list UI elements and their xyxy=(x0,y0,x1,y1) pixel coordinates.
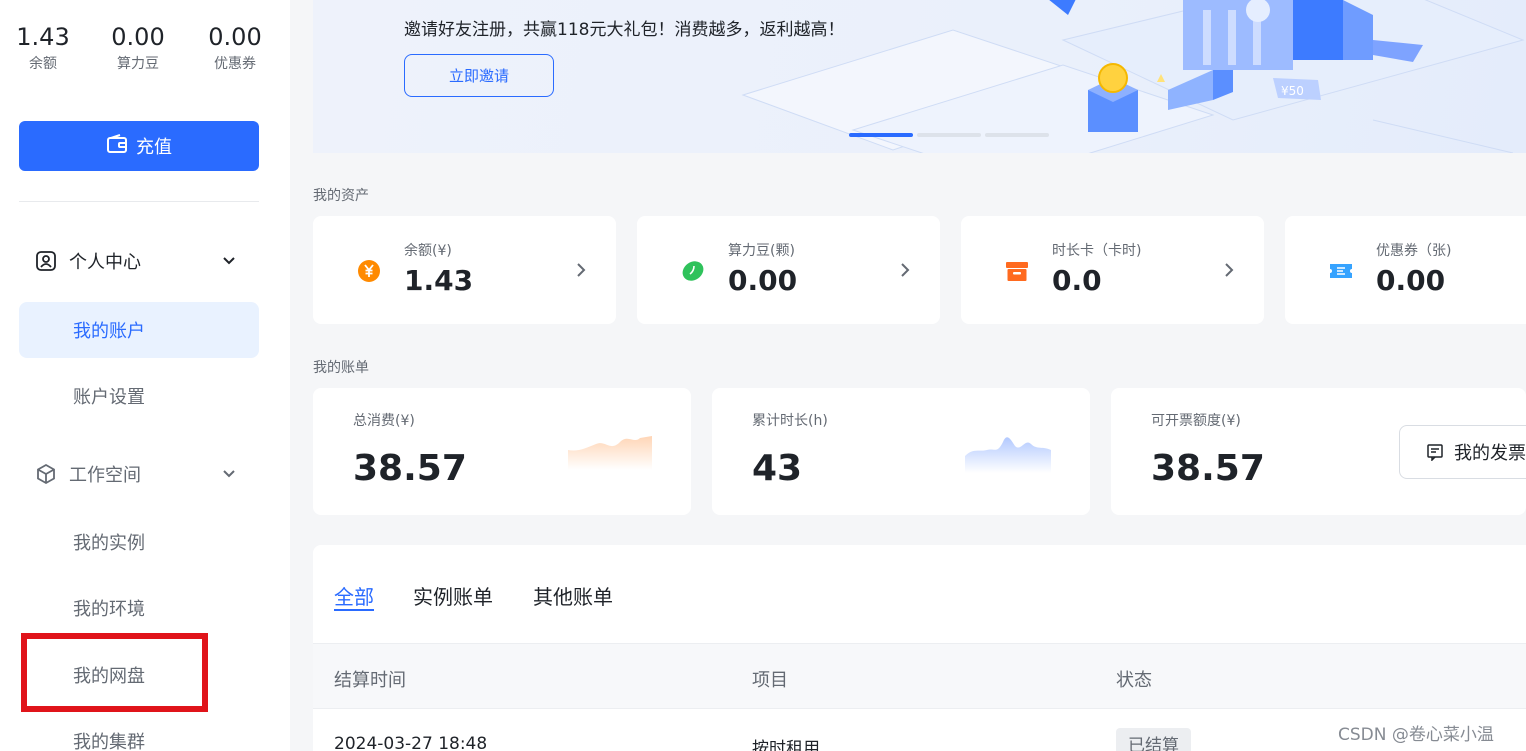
table-header: 结算时间 项目 状态 xyxy=(313,643,1526,709)
sidebar: 1.43 余额 0.00 算力豆 0.00 优惠券 充值 个人中心 我的账户 账… xyxy=(0,0,290,751)
banner-illustration: ¥50 xyxy=(741,0,1525,153)
recharge-button[interactable]: 充值 xyxy=(19,121,259,171)
asset-label: 优惠券（张) xyxy=(1376,243,1452,259)
banner-text: 邀请好友注册，共赢118元大礼包！消费越多，返利越高！ xyxy=(404,20,845,40)
box-card-icon xyxy=(1006,262,1028,281)
sidebar-item-label: 我的集群 xyxy=(73,732,145,751)
chevron-down-icon xyxy=(223,257,235,265)
nav-group-personal-center[interactable]: 个人中心 xyxy=(19,241,259,281)
asset-value: 0.00 xyxy=(728,264,798,297)
bill-card-total-hours: 累计时长(h) 43 xyxy=(712,388,1090,515)
asset-value: 1.43 xyxy=(404,264,474,297)
sparkline-total-hours xyxy=(965,437,1051,473)
bean-icon xyxy=(682,261,704,281)
status-badge: 已结算 xyxy=(1116,728,1191,751)
invite-banner: ¥50 邀请好友注册，共赢118元大礼包！消费越多，返利越高！ 立即邀请 xyxy=(313,0,1526,153)
asset-value: 0.00 xyxy=(1376,264,1446,297)
user-card-icon xyxy=(35,250,57,272)
sidebar-item-label: 我的实例 xyxy=(73,533,145,554)
asset-card-balance[interactable]: 余额(¥) 1.43 xyxy=(313,216,616,324)
my-invoices-label: 我的发票 xyxy=(1454,443,1526,464)
coupon-text: ¥50 xyxy=(1281,84,1304,98)
bill-card-total-spend: 总消费(¥) 38.57 xyxy=(313,388,691,515)
recharge-label: 充值 xyxy=(136,137,172,158)
stat-value: 0.00 xyxy=(208,23,262,51)
sparkline-total-spend xyxy=(568,436,652,470)
carousel-dot-3[interactable] xyxy=(985,133,1049,137)
sidebar-item-my-instances[interactable]: 我的实例 xyxy=(19,514,259,570)
sidebar-item-my-account[interactable]: 我的账户 xyxy=(19,302,259,358)
yuan-coin-icon xyxy=(358,260,380,282)
ticket-icon xyxy=(1330,264,1352,278)
cell-item: 按时租用 xyxy=(752,739,820,751)
bill-value: 43 xyxy=(752,448,803,489)
chevron-down-icon xyxy=(223,470,235,478)
sidebar-item-my-environments[interactable]: 我的环境 xyxy=(19,580,259,636)
chevron-right-icon xyxy=(1225,263,1234,277)
wallet-icon xyxy=(106,133,128,159)
account-stats: 1.43 余额 0.00 算力豆 0.00 优惠券 xyxy=(0,22,290,82)
chevron-right-icon xyxy=(577,263,586,277)
carousel-dot-2[interactable] xyxy=(917,133,981,137)
asset-label: 时长卡（卡时) xyxy=(1052,243,1142,259)
sidebar-item-label: 我的账户 xyxy=(73,321,145,342)
asset-label: 余额(¥) xyxy=(404,243,452,259)
sidebar-item-label: 账户设置 xyxy=(73,387,145,408)
asset-card-duration-card[interactable]: 时长卡（卡时) 0.0 xyxy=(961,216,1264,324)
bill-value: 38.57 xyxy=(1151,448,1265,489)
stat-coupons[interactable]: 0.00 优惠券 xyxy=(195,22,275,74)
stat-value: 0.00 xyxy=(111,23,165,51)
column-header-settlement-time: 结算时间 xyxy=(334,670,406,691)
bill-label: 累计时长(h) xyxy=(752,413,828,429)
nav-group-label: 工作空间 xyxy=(69,465,141,486)
column-header-item: 项目 xyxy=(752,670,788,691)
tab-all[interactable]: 全部 xyxy=(334,581,374,610)
nav-group-label: 个人中心 xyxy=(69,252,141,273)
bill-value: 38.57 xyxy=(353,448,467,489)
invite-now-button[interactable]: 立即邀请 xyxy=(404,54,554,97)
assets-section-title: 我的资产 xyxy=(313,188,369,204)
stat-balance[interactable]: 1.43 余额 xyxy=(3,22,83,74)
bills-section-title: 我的账单 xyxy=(313,360,369,376)
nav-group-workspace[interactable]: 工作空间 xyxy=(19,454,259,494)
active-tab-indicator xyxy=(334,609,374,611)
stat-value: 1.43 xyxy=(16,23,70,51)
carousel-dot-1[interactable] xyxy=(849,133,913,137)
invoice-icon xyxy=(1427,444,1443,461)
bill-label: 可开票额度(¥) xyxy=(1151,413,1241,429)
bill-label: 总消费(¥) xyxy=(353,413,415,429)
tab-other-bills[interactable]: 其他账单 xyxy=(533,581,613,610)
asset-label: 算力豆(颗) xyxy=(728,243,795,259)
asset-card-beans[interactable]: 算力豆(颗) 0.00 xyxy=(637,216,940,324)
stat-beans[interactable]: 0.00 算力豆 xyxy=(98,22,178,74)
asset-value: 0.0 xyxy=(1052,264,1102,297)
sidebar-item-my-clusters[interactable]: 我的集群 xyxy=(19,713,259,751)
cube-icon xyxy=(35,463,57,485)
stat-label: 优惠券 xyxy=(214,56,256,72)
watermark: CSDN @卷心菜小温 xyxy=(1338,725,1494,745)
divider xyxy=(19,201,259,202)
sidebar-item-label: 我的环境 xyxy=(73,599,145,620)
stat-label: 算力豆 xyxy=(117,56,159,72)
cell-settlement-time: 2024-03-27 18:48 xyxy=(334,734,488,751)
column-header-status: 状态 xyxy=(1116,670,1152,691)
my-invoices-button[interactable]: 我的发票 xyxy=(1399,425,1526,479)
chevron-right-icon xyxy=(901,263,910,277)
sidebar-item-account-settings[interactable]: 账户设置 xyxy=(19,368,259,424)
stat-label: 余额 xyxy=(29,56,57,72)
annotation-highlight-box xyxy=(21,633,208,712)
tab-instance-bills[interactable]: 实例账单 xyxy=(413,581,493,610)
asset-card-coupons[interactable]: 优惠券（张) 0.00 xyxy=(1285,216,1526,324)
